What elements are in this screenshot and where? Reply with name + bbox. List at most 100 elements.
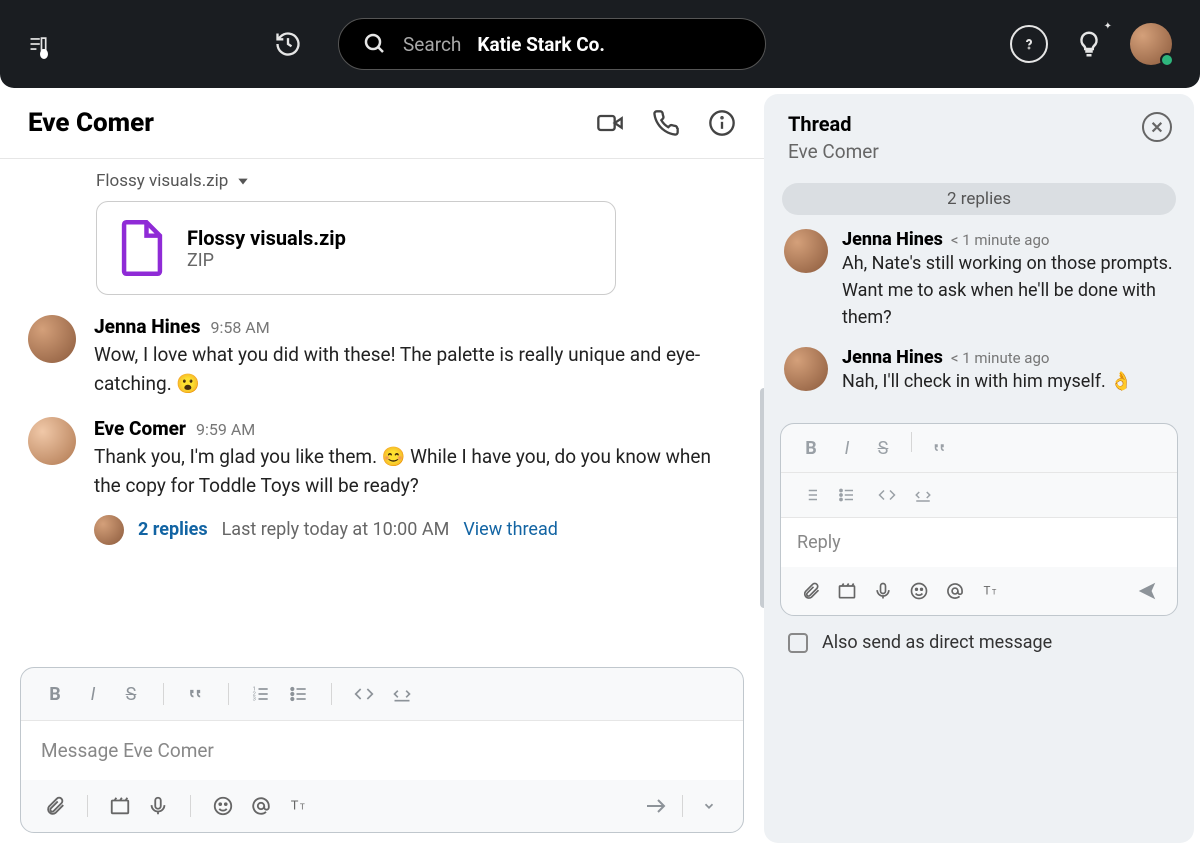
message-time: < 1 minute ago	[951, 231, 1050, 249]
quote-button[interactable]	[924, 432, 956, 464]
svg-text:T: T	[992, 587, 997, 596]
video-clip-button[interactable]	[104, 790, 136, 822]
code-button[interactable]	[871, 479, 903, 511]
avatar	[94, 515, 124, 545]
search-bar[interactable]: Search Katie Stark Co.	[338, 18, 766, 70]
svg-text:T: T	[300, 803, 305, 813]
chevron-down-icon	[236, 174, 250, 188]
file-name: Flossy visuals.zip	[187, 226, 346, 250]
search-workspace: Katie Stark Co.	[477, 33, 604, 56]
mention-button[interactable]	[245, 790, 277, 822]
message-row: Eve Comer 9:59 AM Thank you, I'm glad yo…	[28, 417, 736, 545]
format-toolbar: B I S 123	[21, 668, 743, 721]
emoji-button[interactable]	[207, 790, 239, 822]
search-icon	[363, 32, 387, 56]
video-call-icon[interactable]	[596, 109, 624, 137]
presence-indicator	[1160, 53, 1174, 67]
message-text: Nah, I'll check in with him myself. 👌	[842, 368, 1133, 395]
avatar[interactable]	[784, 229, 828, 273]
send-button[interactable]	[1131, 575, 1163, 607]
history-icon[interactable]	[274, 30, 302, 58]
message-input[interactable]: Message Eve Comer	[21, 721, 743, 780]
avatar[interactable]	[784, 347, 828, 391]
replies-pill: 2 replies	[782, 183, 1176, 215]
send-button[interactable]	[640, 790, 672, 822]
ordered-list-button[interactable]	[795, 479, 827, 511]
bold-button[interactable]: B	[39, 678, 71, 710]
search-label: Search	[403, 33, 461, 56]
audio-clip-button[interactable]	[142, 790, 174, 822]
svg-text:T: T	[984, 583, 991, 597]
codeblock-button[interactable]	[386, 678, 418, 710]
file-icon	[119, 220, 165, 276]
avatar[interactable]	[28, 417, 76, 465]
video-clip-button[interactable]	[831, 575, 863, 607]
reply-input[interactable]: Reply	[781, 518, 1177, 567]
strike-button[interactable]: S	[115, 678, 147, 710]
also-send-label: Also send as direct message	[822, 632, 1052, 653]
thread-message-row: Jenna Hines < 1 minute ago Nah, I'll che…	[784, 347, 1174, 395]
file-attachment-label[interactable]: Flossy visuals.zip	[96, 171, 736, 191]
italic-button[interactable]: I	[831, 432, 863, 464]
also-send-row[interactable]: Also send as direct message	[764, 616, 1194, 655]
info-icon[interactable]	[708, 109, 736, 137]
user-avatar[interactable]	[1130, 23, 1172, 65]
emoji-button[interactable]	[903, 575, 935, 607]
also-send-checkbox[interactable]	[788, 633, 808, 653]
send-options-button[interactable]	[693, 790, 725, 822]
topbar: Search Katie Stark Co. ✦	[0, 0, 1200, 88]
message-author[interactable]: Jenna Hines	[842, 347, 943, 368]
bullet-list-button[interactable]	[831, 479, 863, 511]
audio-clip-button[interactable]	[867, 575, 899, 607]
message-composer: B I S 123 Message Eve Comer	[20, 667, 744, 833]
thread-message-list: Jenna Hines < 1 minute ago Ah, Nate's st…	[764, 225, 1194, 415]
message-time: < 1 minute ago	[951, 349, 1050, 367]
message-time: 9:58 AM	[210, 318, 269, 337]
thread-title: Thread	[788, 112, 1170, 136]
message-text: Thank you, I'm glad you like them. 😊 Whi…	[94, 442, 736, 501]
thread-subtitle[interactable]: Eve Comer	[788, 140, 1170, 163]
last-reply-time: Last reply today at 10:00 AM	[222, 519, 450, 540]
svg-text:T: T	[291, 799, 299, 814]
message-time: 9:59 AM	[196, 420, 255, 439]
chat-title[interactable]: Eve Comer	[28, 108, 154, 138]
attach-button[interactable]	[39, 790, 71, 822]
bullet-list-button[interactable]	[283, 678, 315, 710]
code-button[interactable]	[348, 678, 380, 710]
message-text: Ah, Nate's still working on those prompt…	[842, 250, 1174, 331]
message-text: Wow, I love what you did with these! The…	[94, 340, 736, 399]
strike-button[interactable]: S	[867, 432, 899, 464]
message-row: Jenna Hines 9:58 AM Wow, I love what you…	[28, 315, 736, 399]
mention-button[interactable]	[939, 575, 971, 607]
thread-composer: B I S Reply TT	[780, 423, 1178, 616]
sparkle-icon: ✦	[1104, 21, 1112, 32]
message-author[interactable]: Jenna Hines	[94, 315, 200, 338]
italic-button[interactable]: I	[77, 678, 109, 710]
help-button[interactable]	[1010, 25, 1048, 63]
format-toggle-button[interactable]: TT	[283, 790, 315, 822]
nav-icon[interactable]	[28, 30, 56, 58]
ordered-list-button[interactable]: 123	[245, 678, 277, 710]
thread-message-row: Jenna Hines < 1 minute ago Ah, Nate's st…	[784, 229, 1174, 331]
svg-text:3: 3	[253, 697, 256, 703]
format-toolbar: B I S	[781, 424, 1177, 473]
replies-count[interactable]: 2 replies	[138, 519, 208, 540]
thread-panel: Thread Eve Comer ✕ 2 replies Jenna Hines…	[764, 94, 1194, 843]
avatar[interactable]	[28, 315, 76, 363]
phone-call-icon[interactable]	[652, 109, 680, 137]
view-thread-link[interactable]: View thread	[463, 519, 558, 540]
file-type: ZIP	[187, 250, 346, 271]
chat-panel: Eve Comer Flossy visuals.zip Flossy visu…	[0, 88, 764, 849]
attach-button[interactable]	[795, 575, 827, 607]
tips-button[interactable]: ✦	[1070, 25, 1108, 63]
thread-summary[interactable]: 2 replies Last reply today at 10:00 AM V…	[94, 515, 736, 545]
quote-button[interactable]	[180, 678, 212, 710]
format-toggle-button[interactable]: TT	[975, 575, 1007, 607]
close-thread-button[interactable]: ✕	[1142, 112, 1172, 142]
message-author[interactable]: Eve Comer	[94, 417, 186, 440]
codeblock-button[interactable]	[907, 479, 939, 511]
file-card[interactable]: Flossy visuals.zip ZIP	[96, 201, 616, 295]
bold-button[interactable]: B	[795, 432, 827, 464]
message-list: Flossy visuals.zip Flossy visuals.zip ZI…	[0, 159, 764, 659]
message-author[interactable]: Jenna Hines	[842, 229, 943, 250]
